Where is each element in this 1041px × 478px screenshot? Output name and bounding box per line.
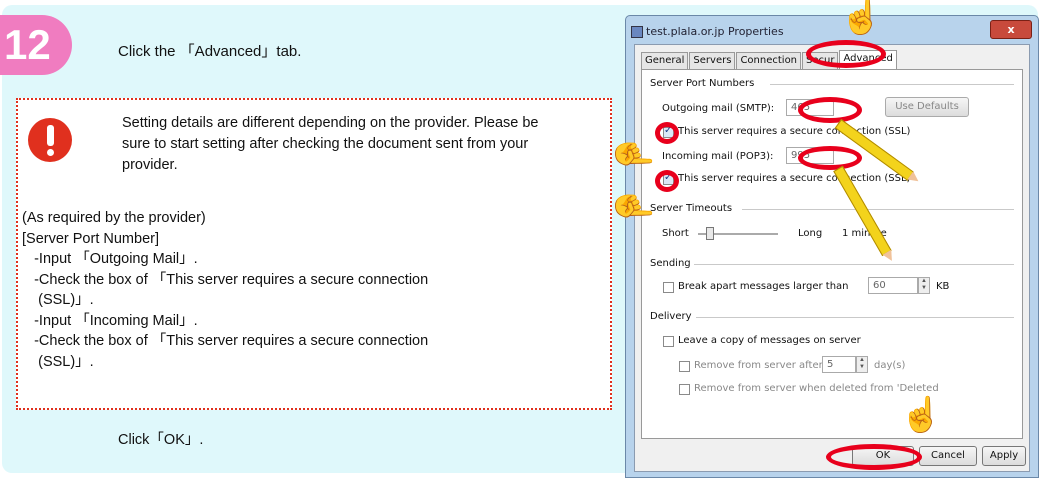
note-lines: (As required by the provider) [Server Po…	[22, 208, 602, 372]
group-divider	[696, 317, 1014, 318]
pointing-hand-icon: ☝	[614, 133, 653, 177]
group-divider	[742, 209, 1014, 210]
note-line: (SSL)」.	[22, 353, 94, 370]
apply-button[interactable]: Apply	[982, 446, 1026, 466]
tab-servers[interactable]: Servers	[689, 52, 736, 69]
note-line: -Input 「Outgoing Mail」.	[22, 251, 198, 267]
remove-after-checkbox[interactable]	[679, 361, 690, 372]
note-line: [Server Port Number]	[22, 230, 159, 247]
timeout-slider-thumb[interactable]	[706, 227, 714, 240]
cancel-button[interactable]: Cancel	[919, 446, 977, 466]
leave-copy-checkbox[interactable]	[663, 336, 674, 347]
break-apart-checkbox[interactable]	[663, 282, 674, 293]
remove-after-label: Remove from server after	[694, 360, 823, 371]
size-unit-label: KB	[936, 281, 950, 292]
pop-ssl-label: This server requires a secure connection…	[678, 173, 911, 184]
days-unit-label: day(s)	[874, 360, 906, 371]
group-divider	[770, 84, 1014, 85]
tab-general[interactable]: General	[641, 52, 689, 69]
close-button[interactable]: x	[990, 20, 1032, 39]
group-server-timeouts: Server Timeouts	[650, 203, 733, 214]
warning-icon	[28, 118, 72, 162]
step-instruction: Click the 「Advanced」tab.	[118, 43, 302, 60]
group-delivery: Delivery	[650, 311, 692, 322]
warning-text: Setting details are different depending …	[122, 115, 539, 173]
note-line: -Input 「Incoming Mail」.	[22, 312, 198, 329]
tab-connection[interactable]: Connection	[736, 52, 802, 69]
use-defaults-button[interactable]: Use Defaults	[885, 97, 969, 117]
note-line: (As required by the provider)	[22, 210, 206, 226]
remove-deleted-checkbox[interactable]	[679, 384, 690, 395]
timeout-short-label: Short	[662, 228, 689, 239]
pointing-hand-icon: ☝	[614, 185, 653, 229]
outgoing-port-highlight	[798, 97, 862, 123]
break-apart-size-input[interactable]: 60	[868, 277, 918, 294]
group-server-ports: Server Port Numbers	[650, 78, 755, 89]
properties-dialog: test.plala.or.jp Properties x General Se…	[625, 15, 1039, 478]
mail-app-icon	[631, 26, 643, 38]
incoming-label: Incoming mail (POP3):	[662, 151, 774, 162]
leave-copy-label: Leave a copy of messages on server	[678, 335, 861, 346]
dialog-title: test.plala.or.jp Properties	[646, 25, 784, 38]
smtp-ssl-label: This server requires a secure connection…	[678, 126, 911, 137]
pop-ssl-checkbox-highlight	[655, 170, 679, 192]
days-spin-arrows[interactable]: ▲ ▼	[856, 356, 868, 373]
note-line: (SSL)」.	[22, 292, 94, 308]
advanced-tab-highlight	[806, 40, 886, 68]
remove-after-days-input[interactable]: 5	[822, 356, 856, 373]
outgoing-label: Outgoing mail (SMTP):	[662, 103, 775, 114]
group-divider	[694, 264, 1014, 265]
size-spin-arrows[interactable]: ▲ ▼	[918, 277, 930, 294]
note-line: -Check the box of 「This server requires …	[22, 271, 429, 288]
pointing-hand-icon: ☝	[840, 0, 883, 36]
group-sending: Sending	[650, 258, 691, 269]
ok-button-highlight	[826, 444, 922, 470]
note-line: -Check the box of 「This server requires …	[22, 333, 429, 349]
pointing-hand-icon: ☝	[900, 396, 943, 434]
final-instruction: Click「OK」.	[118, 432, 204, 448]
step-number-badge: 12	[0, 15, 72, 75]
remove-deleted-label: Remove from server when deleted from 'De…	[694, 383, 939, 394]
advanced-tab-panel: Server Port Numbers Outgoing mail (SMTP)…	[641, 69, 1023, 439]
incoming-port-highlight	[798, 146, 862, 170]
break-apart-label: Break apart messages larger than	[678, 281, 849, 292]
smtp-ssl-checkbox-highlight	[655, 122, 679, 144]
timeout-long-label: Long	[798, 228, 823, 239]
